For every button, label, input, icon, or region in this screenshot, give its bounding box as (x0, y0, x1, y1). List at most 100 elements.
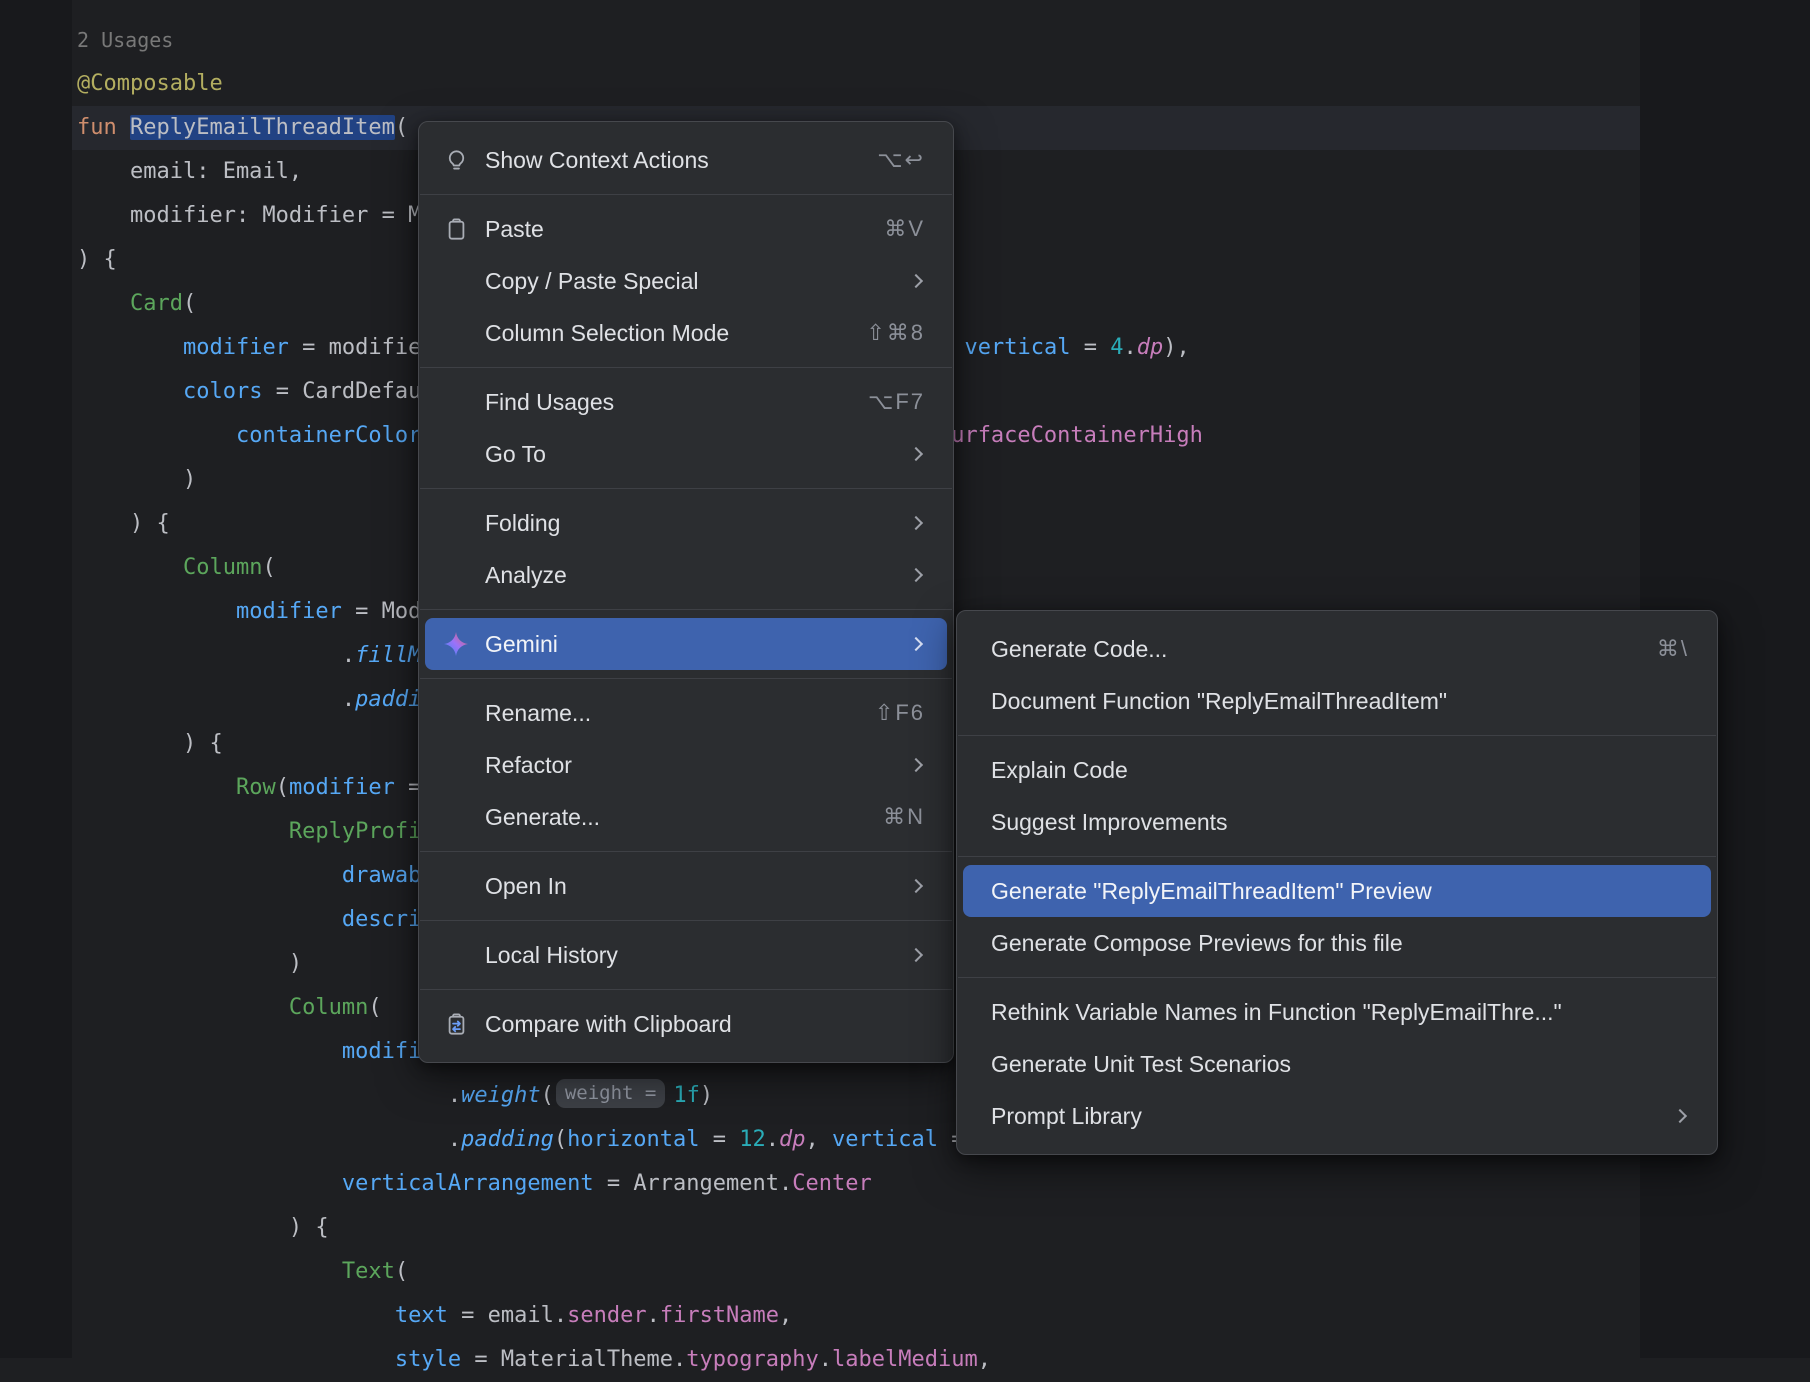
code-token (77, 1303, 395, 1328)
code-token: Column (183, 555, 262, 580)
menu-item-open-in[interactable]: Open In (425, 860, 947, 912)
code-token: Text (342, 1259, 395, 1284)
menu-separator (420, 609, 952, 610)
menu-separator (958, 735, 1716, 736)
chevron-right-icon (909, 274, 923, 288)
menu-item-label: Analyze (485, 562, 567, 589)
code-token: vertical (832, 1127, 938, 1152)
code-token: = (700, 1127, 740, 1152)
menu-item-folding[interactable]: Folding (425, 497, 947, 549)
code-token: 1f (673, 1083, 700, 1108)
menu-item-generate-replyemailthreaditem-preview[interactable]: Generate "ReplyEmailThreadItem" Preview (963, 865, 1711, 917)
gemini-icon (443, 631, 469, 657)
menu-shortcut: ⇧F6 (875, 700, 925, 726)
code-token: @Composable (77, 71, 223, 96)
menu-item-label: Suggest Improvements (991, 809, 1228, 836)
code-token (77, 819, 289, 844)
selected-text: ReplyEmailThreadItem (130, 115, 395, 140)
code-token (77, 555, 183, 580)
lightbulb-icon (443, 147, 469, 173)
menu-item-label: Column Selection Mode (485, 320, 729, 347)
menu-item-prompt-library[interactable]: Prompt Library (963, 1090, 1711, 1142)
ide-window: { "palette": { "default": "#BCBEC4", "ke… (0, 0, 1810, 1358)
menu-item-label: Prompt Library (991, 1103, 1142, 1130)
icon-slot-empty (443, 320, 469, 346)
menu-shortcut: ⌘\ (1657, 636, 1689, 662)
menu-item-explain-code[interactable]: Explain Code (963, 744, 1711, 796)
menu-item-label: Document Function "ReplyEmailThreadItem" (991, 688, 1447, 715)
code-token: ) { (77, 731, 223, 756)
compare-clipboard-icon (443, 1011, 469, 1037)
code-line[interactable]: style = MaterialTheme.typography.labelMe… (77, 1338, 1203, 1382)
code-line[interactable]: text = email.sender.firstName, (77, 1294, 1203, 1338)
menu-item-label: Local History (485, 942, 618, 969)
code-token: labelMedium (832, 1347, 978, 1372)
code-token: ) (77, 467, 196, 492)
menu-separator (420, 488, 952, 489)
code-token: = Arrangement. (594, 1171, 793, 1196)
menu-item-generate-unit-test-scenarios[interactable]: Generate Unit Test Scenarios (963, 1038, 1711, 1090)
menu-item-label: Generate "ReplyEmailThreadItem" Preview (991, 878, 1432, 905)
menu-item-rethink-variable-names-in-function-replyemailthre[interactable]: Rethink Variable Names in Function "Repl… (963, 986, 1711, 1038)
code-token: 12 (739, 1127, 766, 1152)
menu-item-paste[interactable]: Paste⌘V (425, 203, 947, 255)
code-token (77, 907, 342, 932)
menu-item-gemini[interactable]: Gemini (425, 618, 947, 670)
code-line[interactable]: ) { (77, 1206, 1203, 1250)
code-token (77, 1259, 342, 1284)
menu-item-generate[interactable]: Generate...⌘N (425, 791, 947, 843)
code-token: Column (289, 995, 368, 1020)
code-line[interactable]: Text( (77, 1250, 1203, 1294)
code-token: text (395, 1303, 448, 1328)
icon-slot-empty (443, 389, 469, 415)
menu-separator (958, 977, 1716, 978)
icon-slot-empty (443, 700, 469, 726)
code-token: . (77, 643, 355, 668)
inlay-hint: weight = (556, 1079, 666, 1108)
menu-item-generate-compose-previews-for-this-file[interactable]: Generate Compose Previews for this file (963, 917, 1711, 969)
menu-separator (420, 678, 952, 679)
menu-item-generate-code[interactable]: Generate Code...⌘\ (963, 623, 1711, 675)
code-token (77, 1171, 342, 1196)
code-token: containerColor (236, 423, 421, 448)
menu-item-compare-with-clipboard[interactable]: Compare with Clipboard (425, 998, 947, 1050)
code-line[interactable]: 2 Usages (77, 18, 1203, 62)
chevron-right-icon (909, 879, 923, 893)
code-token: ( (554, 1127, 567, 1152)
menu-shortcut: ⇧⌘8 (866, 320, 925, 346)
menu-item-local-history[interactable]: Local History (425, 929, 947, 981)
code-line[interactable]: @Composable (77, 62, 1203, 106)
menu-item-rename[interactable]: Rename...⇧F6 (425, 687, 947, 739)
code-token: , (779, 1303, 792, 1328)
menu-item-find-usages[interactable]: Find Usages⌥F7 (425, 376, 947, 428)
code-token: . (77, 1127, 461, 1152)
code-token: Center (792, 1171, 871, 1196)
icon-slot-empty (443, 441, 469, 467)
menu-item-refactor[interactable]: Refactor (425, 739, 947, 791)
gemini-submenu: Generate Code...⌘\ Document Function "Rep… (956, 610, 1718, 1155)
menu-separator (420, 989, 952, 990)
menu-item-analyze[interactable]: Analyze (425, 549, 947, 601)
code-token: verticalArrangement (342, 1171, 594, 1196)
code-token: = MaterialTheme. (461, 1347, 686, 1372)
code-token (77, 1039, 342, 1064)
menu-item-go-to[interactable]: Go To (425, 428, 947, 480)
menu-item-show-context-actions[interactable]: Show Context Actions⌥↩ (425, 134, 947, 186)
code-token: dp (779, 1127, 806, 1152)
code-token: , (806, 1127, 833, 1152)
code-token: modifier (289, 775, 395, 800)
menu-item-label: Go To (485, 441, 546, 468)
code-line[interactable]: verticalArrangement = Arrangement.Center (77, 1162, 1203, 1206)
chevron-right-icon (1673, 1109, 1687, 1123)
menu-separator (958, 856, 1716, 857)
menu-item-suggest-improvements[interactable]: Suggest Improvements (963, 796, 1711, 848)
menu-item-column-selection-mode[interactable]: Column Selection Mode ⇧⌘8 (425, 307, 947, 359)
code-token: fun (77, 115, 130, 140)
menu-separator (420, 194, 952, 195)
menu-item-document-function-replyemailthreaditem[interactable]: Document Function "ReplyEmailThreadItem" (963, 675, 1711, 727)
editor-gutter (0, 0, 72, 1358)
menu-item-copy-paste-special[interactable]: Copy / Paste Special (425, 255, 947, 307)
code-token: ) (700, 1083, 713, 1108)
code-token: padding (461, 1127, 554, 1152)
code-token: firstName (660, 1303, 779, 1328)
